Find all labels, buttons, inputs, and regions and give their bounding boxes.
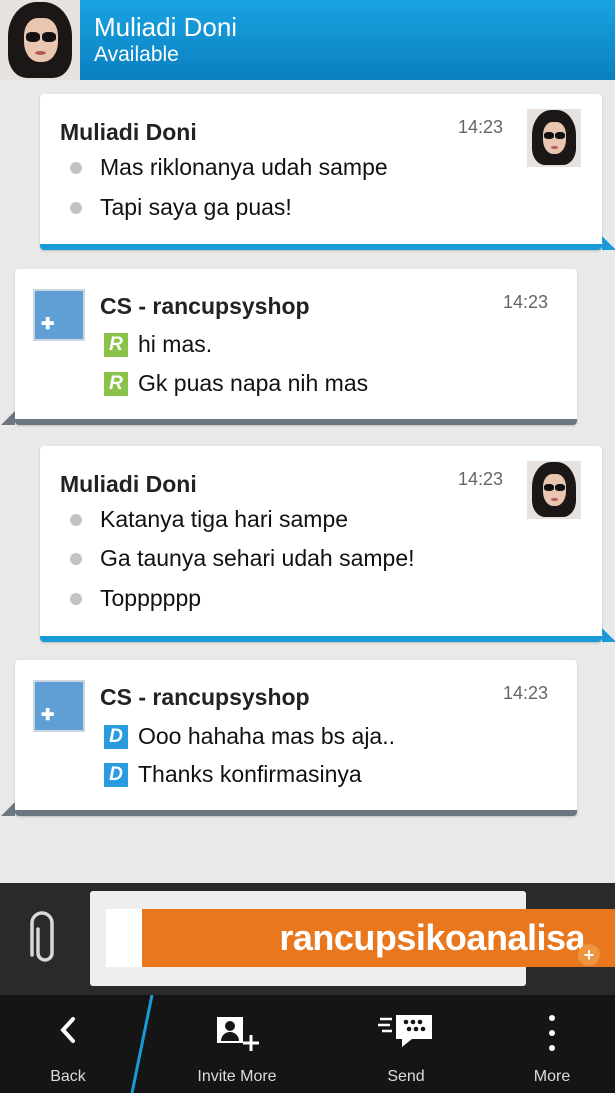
message-bubble-cs-1[interactable]: ✚ CS - rancupsyshop 14:23 R hi mas. R Gk… (1, 269, 577, 425)
plus-icon: ✚ (41, 316, 55, 333)
message-line: R hi mas. (104, 331, 212, 358)
delivered-status-icon: D (104, 762, 128, 787)
message-line: Ga taunya sehari udah sampe! (70, 545, 415, 572)
unread-dot-icon (70, 513, 82, 526)
message-line: Mas riklonanya udah sampe (70, 154, 388, 181)
contact-status: Available (94, 43, 179, 66)
message-time: 14:23 (458, 117, 504, 137)
unread-dot-icon (70, 552, 82, 565)
back-label: Back (50, 1068, 86, 1085)
sender-avatar (527, 109, 581, 167)
more-label: More (533, 1068, 571, 1085)
message-bubble-cs-2[interactable]: ✚ CS - rancupsyshop 14:23 D Ooo hahaha m… (1, 660, 577, 816)
message-bubble-muliadi-2[interactable]: Muliadi Doni 14:23 Katanya tiga hari sam… (40, 446, 615, 642)
more-button[interactable]: More (502, 995, 602, 1093)
watermark-banner: rancupsikoanalisa (142, 909, 615, 967)
message-line: D Thanks konfirmasinya (104, 761, 362, 788)
back-chevron-icon (60, 1017, 75, 1043)
message-time: 14:23 (458, 469, 504, 489)
chat-header: Muliadi Doni Available (0, 0, 615, 80)
overflow-menu-icon (549, 1015, 555, 1051)
bbm-send-icon (378, 1015, 432, 1047)
back-button[interactable]: Back (18, 995, 118, 1093)
invite-contact-icon (217, 1017, 259, 1051)
message-sender: CS - rancupsyshop (100, 293, 310, 319)
message-sender: CS - rancupsyshop (100, 684, 310, 710)
unread-dot-icon (70, 201, 82, 214)
read-status-icon: R (104, 371, 128, 396)
unread-dot-icon (70, 161, 82, 174)
message-time: 14:23 (503, 683, 549, 703)
message-line: Topppppp (70, 585, 201, 612)
message-time: 14:23 (503, 292, 549, 312)
sender-avatar (527, 461, 581, 519)
message-line: D Ooo hahaha mas bs aja.. (104, 723, 395, 750)
cs-avatar: ✚ (33, 289, 85, 341)
paperclip-icon[interactable] (26, 911, 64, 967)
invite-more-button[interactable]: Invite More (177, 995, 297, 1093)
cs-avatar: ✚ (33, 680, 85, 732)
invite-more-label: Invite More (197, 1068, 277, 1085)
message-bubble-muliadi-1[interactable]: Muliadi Doni 14:23 Mas riklonanya udah s… (40, 94, 615, 250)
message-line: Katanya tiga hari sampe (70, 506, 348, 533)
delivered-status-icon: D (104, 724, 128, 749)
message-line: R Gk puas napa nih mas (104, 370, 368, 397)
send-label: Send (387, 1068, 425, 1085)
action-bar-divider (130, 995, 154, 1093)
add-emoticon-icon[interactable]: + (578, 944, 600, 966)
action-bar: Back Invite More Send More (0, 995, 615, 1093)
message-sender: Muliadi Doni (60, 471, 197, 497)
message-sender: Muliadi Doni (60, 119, 197, 145)
send-button[interactable]: Send (346, 995, 466, 1093)
read-status-icon: R (104, 332, 128, 357)
message-line: Tapi saya ga puas! (70, 194, 292, 221)
contact-name: Muliadi Doni (94, 12, 238, 42)
plus-icon: ✚ (41, 707, 55, 724)
unread-dot-icon (70, 592, 82, 605)
contact-avatar[interactable] (0, 0, 80, 80)
